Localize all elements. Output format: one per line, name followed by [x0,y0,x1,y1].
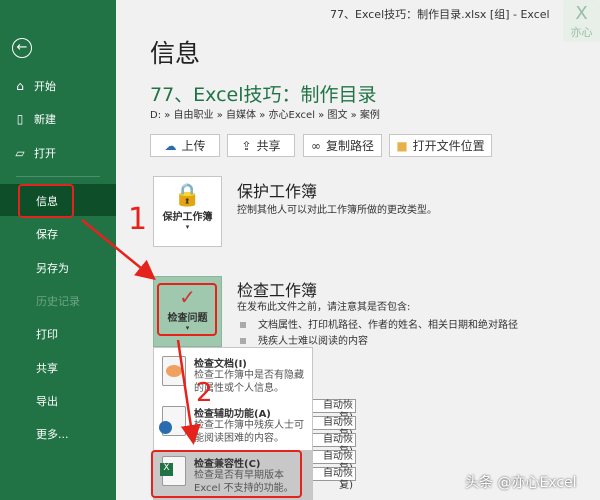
step-1-label: 1 [128,202,148,237]
annotation-arrows [81,219,201,445]
watermark: 头条 @亦心Excel [465,475,577,491]
step-2-label: 2 [196,378,213,408]
arrow-2 [176,339,201,445]
